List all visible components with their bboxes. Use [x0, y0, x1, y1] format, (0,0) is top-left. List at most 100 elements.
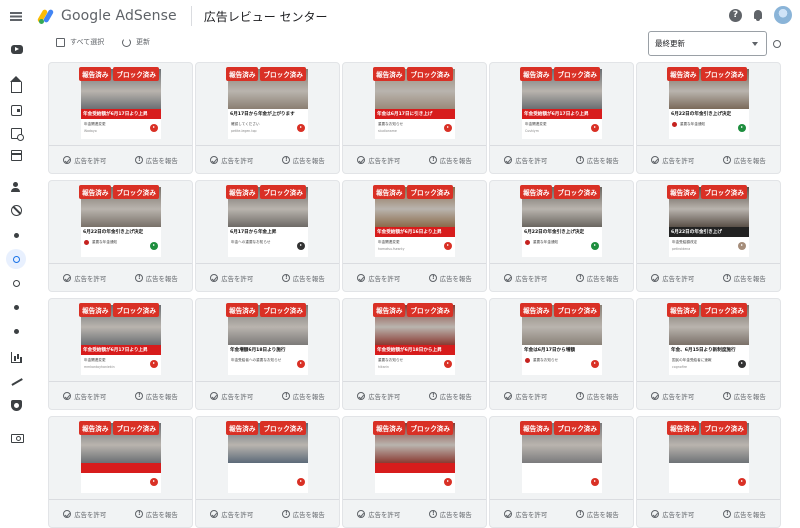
ad-cta-arrow-icon	[591, 360, 599, 368]
report-ad-button[interactable]: 広告を報告	[562, 151, 634, 169]
card-divider	[196, 499, 339, 500]
nav-selected-highlight[interactable]	[6, 249, 26, 269]
account-avatar[interactable]	[774, 6, 792, 24]
status-badges: 報告済み ブロック済み	[520, 185, 600, 199]
report-ad-button[interactable]: 広告を報告	[415, 151, 487, 169]
report-ad-button[interactable]: 広告を報告	[709, 505, 781, 523]
reported-badge: 報告済み	[667, 67, 700, 81]
notifications-bell-icon[interactable]	[752, 9, 764, 22]
allow-ad-button[interactable]: 広告を許可	[490, 151, 562, 169]
ad-headline: 年金受給額が6月17日より上昇	[81, 109, 161, 119]
ad-domain: petite-legen.top	[231, 129, 257, 133]
select-all-control[interactable]: すべて選択	[56, 37, 104, 47]
card-divider	[196, 145, 339, 146]
card-divider	[49, 381, 192, 382]
allow-ad-button[interactable]: 広告を許可	[490, 269, 562, 287]
reported-badge: 報告済み	[226, 185, 259, 199]
allow-ad-button[interactable]: 広告を許可	[196, 505, 268, 523]
allow-ad-button[interactable]: 広告を許可	[343, 387, 415, 405]
refresh-button[interactable]: 更新	[122, 37, 150, 47]
reported-badge: 報告済み	[373, 303, 406, 317]
home-icon[interactable]	[10, 76, 22, 93]
report-ad-button[interactable]: 広告を報告	[268, 505, 340, 523]
allow-ad-button[interactable]: 広告を許可	[196, 269, 268, 287]
allow-ad-button[interactable]: 広告を許可	[343, 505, 415, 523]
allow-ad-label: 広告を許可	[368, 392, 401, 401]
report-ad-button[interactable]: 広告を報告	[562, 505, 634, 523]
ad-headline: 年金受給額が6月17日より上昇	[81, 345, 161, 355]
report-ad-button[interactable]: 広告を報告	[415, 505, 487, 523]
blocking-controls-icon[interactable]	[11, 205, 22, 216]
blocked-badge: ブロック済み	[407, 185, 453, 199]
allow-ad-button[interactable]: 広告を許可	[490, 505, 562, 523]
report-ad-button[interactable]: 広告を報告	[268, 387, 340, 405]
allow-ad-button[interactable]: 広告を許可	[637, 505, 709, 523]
card-divider	[196, 263, 339, 264]
youtube-icon[interactable]	[11, 45, 23, 54]
report-ad-button[interactable]: 広告を報告	[415, 387, 487, 405]
report-ad-button[interactable]: 広告を報告	[121, 151, 193, 169]
ad-cta-arrow-icon	[297, 360, 305, 368]
card-actions: 広告を許可 広告を報告	[49, 387, 192, 405]
payments-money-icon[interactable]	[11, 434, 24, 443]
report-ad-button[interactable]: 広告を報告	[268, 151, 340, 169]
ad-subtext: 重要なお知らせ	[378, 122, 404, 126]
allow-ad-label: 広告を許可	[662, 156, 695, 165]
japan-flag-icon	[525, 240, 530, 245]
allow-ad-button[interactable]: 広告を許可	[49, 151, 121, 169]
card-actions: 広告を許可 広告を報告	[49, 505, 192, 523]
menu-icon[interactable]	[0, 0, 32, 32]
payments-icon[interactable]	[11, 105, 22, 116]
adsense-logo[interactable]: Google AdSense	[36, 8, 177, 24]
nav-dot-icon[interactable]	[14, 329, 19, 334]
status-badges: 報告済み ブロック済み	[226, 185, 306, 199]
refresh-label: 更新	[136, 38, 150, 46]
report-ad-button[interactable]: 広告を報告	[709, 269, 781, 287]
report-ad-button[interactable]: 広告を報告	[121, 387, 193, 405]
allow-ad-button[interactable]: 広告を許可	[343, 269, 415, 287]
allow-ad-label: 広告を許可	[368, 156, 401, 165]
allow-ad-button[interactable]: 広告を許可	[637, 387, 709, 405]
report-ad-button[interactable]: 広告を報告	[562, 269, 634, 287]
optimization-trend-icon[interactable]	[11, 376, 22, 387]
allow-ad-button[interactable]: 広告を許可	[196, 151, 268, 169]
header-divider	[190, 6, 192, 26]
allow-ad-button[interactable]: 広告を許可	[490, 387, 562, 405]
allow-ad-button[interactable]: 広告を許可	[196, 387, 268, 405]
ad-cta-arrow-icon	[297, 124, 305, 132]
sort-dropdown[interactable]: 最終更新	[648, 31, 767, 56]
policy-shield-icon[interactable]	[11, 400, 22, 411]
status-badges: 報告済み ブロック済み	[667, 67, 747, 81]
allow-ad-button[interactable]: 広告を許可	[637, 151, 709, 169]
allow-ad-button[interactable]: 広告を許可	[49, 505, 121, 523]
reports-chart-icon[interactable]	[11, 352, 22, 363]
nav-dot-icon[interactable]	[14, 233, 19, 238]
alert-circle-icon	[134, 156, 143, 164]
ad-headline: 年金、6月15日より新制度施行	[669, 345, 749, 355]
alert-circle-icon	[575, 156, 584, 164]
card-divider	[490, 381, 633, 382]
allow-ad-button[interactable]: 広告を許可	[49, 387, 121, 405]
report-ad-button[interactable]: 広告を報告	[121, 269, 193, 287]
nav-ring-icon[interactable]	[13, 280, 20, 287]
report-ad-button[interactable]: 広告を報告	[709, 387, 781, 405]
allow-ad-button[interactable]: 広告を許可	[637, 269, 709, 287]
sites-search-icon[interactable]	[11, 128, 24, 141]
ads-browser-icon[interactable]	[11, 150, 22, 161]
help-icon[interactable]: ?	[729, 8, 742, 22]
check-circle-icon	[651, 392, 660, 400]
report-ad-button[interactable]: 広告を報告	[709, 151, 781, 169]
select-all-checkbox[interactable]	[56, 37, 65, 47]
nav-dot-icon[interactable]	[14, 305, 19, 310]
ad-cta-arrow-icon	[738, 242, 746, 250]
alert-circle-icon	[134, 392, 143, 400]
report-ad-button[interactable]: 広告を報告	[562, 387, 634, 405]
allow-ad-button[interactable]: 広告を許可	[343, 151, 415, 169]
report-ad-button[interactable]: 広告を報告	[415, 269, 487, 287]
allow-ad-button[interactable]: 広告を許可	[49, 269, 121, 287]
info-icon[interactable]	[773, 40, 781, 48]
report-ad-button[interactable]: 広告を報告	[121, 505, 193, 523]
report-ad-button[interactable]: 広告を報告	[268, 269, 340, 287]
privacy-messaging-icon[interactable]	[11, 182, 22, 193]
ad-domain: Cushiym	[525, 129, 539, 133]
